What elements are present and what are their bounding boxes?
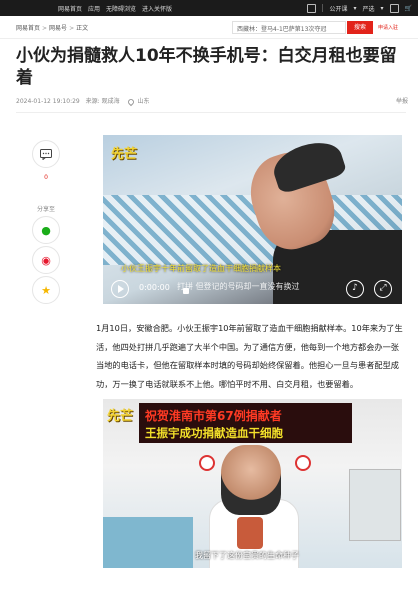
publish-date: 2024-01-12 19:10:29 [16,98,80,105]
photo-sign-right [295,455,311,471]
video-controls: 0:00:00 ♪ ⤢ [103,278,402,304]
qzone-star-icon: ★ [41,283,51,297]
video-frame-person-hair [268,135,348,195]
led-line-1: 祝贺淮南市第67例捐献者 [145,409,282,423]
photo-logo: 先芒 [107,409,134,424]
breadcrumb-home[interactable]: 网易首页 [16,25,40,32]
top-right: 公开课 ▾ 严选 ▾ 🛒 [307,0,412,16]
volume-button[interactable]: ♪ [346,280,364,298]
photo-blood-bag [237,517,263,549]
video-player[interactable]: 先芒 小伙王振宇十年前留取了造血干细胞捐献样本 打拼 但登记的号码却一直没有换过… [103,135,402,304]
user-icon[interactable] [389,3,399,13]
share-label: 分享至 [36,206,55,213]
share-qzone-button[interactable]: ★ [32,276,60,304]
photo-person [221,445,281,515]
search-button[interactable]: 搜索 [347,21,373,34]
photo-caption: 我留下了这份宝贵的生命种子 [195,551,299,560]
comment-icon [40,148,52,160]
apply-link[interactable]: 申请入驻 [378,24,398,31]
photo-sign-left [199,455,215,471]
mobile-icon[interactable] [307,3,317,13]
fullscreen-icon: ⤢ [379,283,387,293]
location-text: 山东 [137,98,150,105]
divider [16,112,406,113]
cart-icon[interactable]: 🛒 [405,5,412,12]
photo-bed [103,517,193,568]
video-time: 0:00:00 [139,283,170,292]
yanxuan-link[interactable]: 严选 [362,4,374,13]
report-link[interactable]: 举报 [396,96,408,105]
fullscreen-button[interactable]: ⤢ [374,280,392,298]
top-link-accessibility[interactable]: 无障碍浏览 [106,4,136,13]
breadcrumb-current: 正文 [76,25,89,32]
location-icon [126,97,135,106]
chevron-down-icon: ▾ [380,4,384,12]
breadcrumb: 网易首页 > 网易号 > 正文 [16,25,89,32]
video-subtitle-top: 小伙王振宇十年前留取了造血干细胞捐献样本 [121,264,281,273]
comment-button[interactable] [32,140,60,168]
weibo-icon: ◉ [41,253,51,267]
top-link-care-mode[interactable]: 进入关怀版 [142,4,172,13]
open-course-link[interactable]: 公开课 [329,4,347,13]
search-input[interactable]: 西藏林：登马4-1巴萨第13次夺冠 [232,21,346,34]
comment-count: 0 [44,174,48,181]
speaker-icon: ♪ [352,283,358,293]
wechat-icon: ● [41,223,51,237]
progress-handle[interactable] [183,288,189,294]
article-title: 小伙为捐髓救人10年不换手机号：白交月租也要留着 [16,46,397,88]
article-meta: 2024-01-12 19:10:29 来源: 观成海 山东 [16,96,154,106]
play-button[interactable] [111,280,129,298]
share-weibo-button[interactable]: ◉ [32,246,60,274]
led-banner: 祝贺淮南市第67例捐献者 王振宇成功捐献造血干细胞 [139,403,352,443]
led-line-2: 王振宇成功捐献造血干细胞 [145,426,283,440]
top-link-home[interactable]: 网易首页 [58,4,82,13]
photo-machine [349,469,401,541]
article-paragraph: 1月10日，安徽合肥。小伙王振宇10年前留取了造血干细胞捐献样本。10年来为了生… [96,323,403,389]
share-wechat-button[interactable]: ● [32,216,60,244]
divider [322,4,324,12]
breadcrumb-netease-hao[interactable]: 网易号 [49,25,67,32]
nav-bar: 网易首页 > 网易号 > 正文 西藏林：登马4-1巴萨第13次夺冠 搜索 申请入驻 [0,16,418,39]
top-bar: 网易首页 应用 无障碍浏览 进入关怀版 公开课 ▾ 严选 ▾ 🛒 [0,0,418,16]
article-source[interactable]: 来源: 观成海 [86,98,120,105]
article-photo: 祝贺淮南市第67例捐献者 王振宇成功捐献造血干细胞 先芒 我留下了这份宝贵的生命… [103,399,402,568]
chevron-down-icon: ▾ [353,4,357,12]
video-logo: 先芒 [111,147,138,162]
top-link-apps[interactable]: 应用 [88,4,100,13]
top-links: 网易首页 应用 无障碍浏览 进入关怀版 [58,0,172,16]
